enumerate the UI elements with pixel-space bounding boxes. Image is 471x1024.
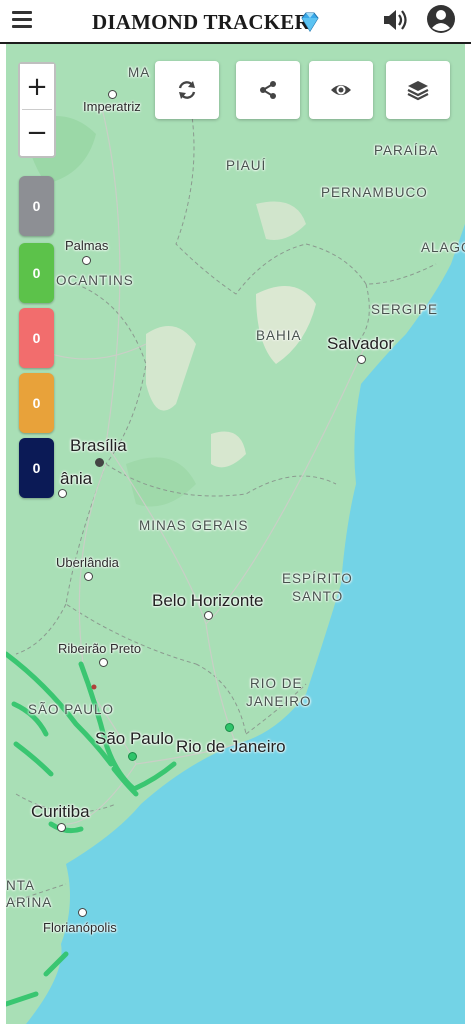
zoom-out-button[interactable]: − [20, 110, 54, 155]
share-icon [260, 81, 276, 99]
diamond-icon [301, 12, 319, 32]
city-label-belo-horizonte: Belo Horizonte [152, 591, 264, 610]
refresh-icon [178, 81, 196, 99]
city-label-curitiba: Curitiba [31, 802, 90, 821]
city-marker-curitiba [57, 823, 66, 832]
city-marker-goiania [58, 489, 67, 498]
eye-icon [331, 85, 351, 95]
counter-green[interactable]: 0 [19, 243, 54, 303]
zoom-control: + − [18, 62, 56, 158]
city-label-florianopolis: Florianópolis [43, 920, 117, 935]
state-label-rio-1: RIO DE [250, 676, 303, 691]
state-label-minas-gerais: MINAS GERAIS [139, 518, 249, 533]
city-marker-uberlandia [84, 572, 93, 581]
city-marker-sao-paulo [128, 752, 137, 761]
state-label-espirito-santo-1: ESPÍRITO [282, 571, 353, 586]
state-label-maranhao: MA [128, 65, 151, 80]
counter-navy[interactable]: 0 [19, 438, 54, 498]
city-marker-salvador [357, 355, 366, 364]
city-marker-ribeirao-preto [99, 658, 108, 667]
city-marker-rio-de-janeiro [225, 723, 234, 732]
city-label-ribeirao-preto: Ribeirão Preto [58, 641, 142, 656]
counter-orange-value: 0 [32, 395, 41, 411]
city-marker-belo-horizonte [204, 611, 213, 620]
state-label-alagoas: ALAGO [421, 240, 465, 255]
share-button[interactable] [236, 61, 300, 119]
counter-red-value: 0 [32, 330, 41, 346]
state-label-santa-catarina-1: NTA [6, 878, 35, 893]
state-label-rio-2: JANEIRO [246, 694, 312, 709]
state-label-pernambuco: PERNAMBUCO [321, 185, 428, 200]
city-label-imperatriz: Imperatriz [83, 99, 141, 114]
city-label-sao-paulo: São Paulo [95, 729, 174, 748]
state-label-espirito-santo-2: SANTO [292, 589, 344, 604]
city-marker-palmas [82, 256, 91, 265]
city-label-brasilia: Brasília [70, 436, 127, 455]
city-marker-florianopolis [78, 908, 87, 917]
top-bar: DIAMOND TRACKER [0, 0, 471, 44]
city-label-palmas: Palmas [65, 238, 109, 253]
city-label-goiania: ânia [60, 469, 93, 488]
layers-icon [407, 81, 429, 101]
city-label-salvador: Salvador [327, 334, 395, 353]
visibility-button[interactable] [309, 61, 373, 119]
counter-red[interactable]: 0 [19, 308, 54, 368]
refresh-button[interactable] [155, 61, 219, 119]
state-label-piaui: PIAUÍ [226, 158, 267, 173]
counter-orange[interactable]: 0 [19, 373, 54, 433]
map-view[interactable]: MA PIAUÍ PARAÍBA PERNAMBUCO ALAGO SERGIP… [6, 44, 465, 1024]
state-label-tocantins: OCANTINS [56, 273, 134, 288]
state-label-bahia: BAHIA [256, 328, 302, 343]
layers-button[interactable] [386, 61, 450, 119]
app-title: DIAMOND TRACKER [92, 10, 310, 34]
account-icon[interactable] [425, 3, 457, 35]
city-label-uberlandia: Uberlândia [56, 555, 119, 570]
state-label-santa-catarina-2: ARINA [6, 895, 53, 910]
counter-gray[interactable]: 0 [19, 176, 54, 236]
city-marker-brasilia [95, 458, 104, 467]
zoom-in-button[interactable]: + [20, 64, 54, 109]
city-marker-imperatriz [108, 90, 117, 99]
counter-navy-value: 0 [32, 460, 41, 476]
counter-green-value: 0 [32, 265, 41, 281]
state-label-paraiba: PARAÍBA [374, 143, 439, 158]
counter-gray-value: 0 [32, 198, 41, 214]
menu-icon[interactable] [12, 9, 34, 29]
city-label-rio-de-janeiro: Rio de Janeiro [176, 737, 286, 756]
state-label-sao-paulo: SÃO PAULO [28, 702, 115, 717]
state-label-sergipe: SERGIPE [371, 302, 439, 317]
sound-icon[interactable] [380, 5, 410, 35]
